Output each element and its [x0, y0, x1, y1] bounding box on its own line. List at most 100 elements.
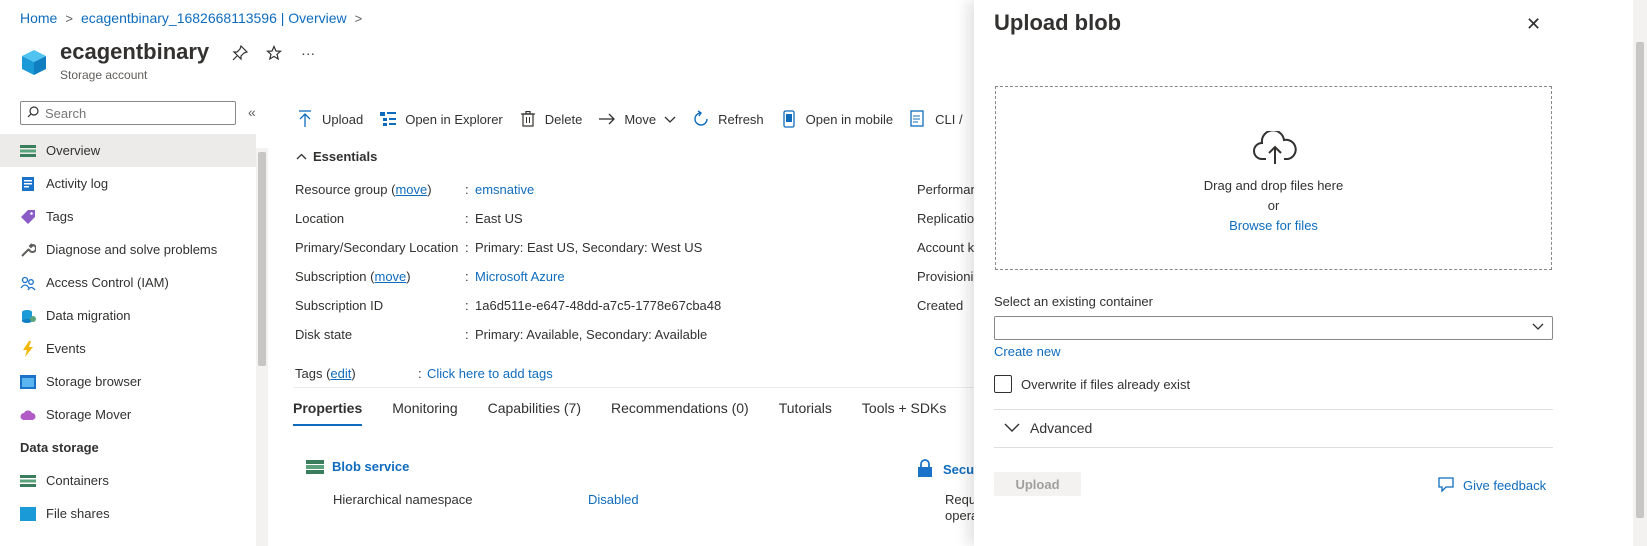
or-text: or	[1267, 198, 1280, 213]
file-dropzone[interactable]: Drag and drop files here or Browse for f…	[995, 86, 1552, 270]
people-icon	[20, 275, 36, 291]
storage-account-icon	[20, 48, 48, 76]
sidebar: « Overview Activity log Tags Diagnose an…	[0, 96, 270, 546]
sidebar-item-activity-log[interactable]: Activity log	[0, 167, 256, 200]
page-title: ecagentbinary	[60, 39, 210, 64]
advanced-toggle[interactable]: Advanced	[1004, 420, 1092, 436]
prop-created-label: Created	[917, 298, 964, 313]
upload-command-button[interactable]: Upload	[296, 110, 363, 128]
breadcrumb: Home > ecagentbinary_1682668113596 | Ove…	[20, 10, 370, 26]
give-feedback-link[interactable]: Give feedback	[1437, 476, 1546, 494]
feedback-icon	[1437, 476, 1455, 494]
hns-value-link[interactable]: Disabled	[588, 492, 639, 507]
divider	[994, 409, 1553, 410]
blob-service-icon	[306, 459, 324, 474]
drop-instruction: Drag and drop files here	[1203, 178, 1344, 193]
trash-icon	[519, 110, 537, 128]
tab-monitoring[interactable]: Monitoring	[392, 400, 457, 426]
refresh-icon	[692, 110, 710, 128]
upload-blob-panel: Upload blob ✕ Drag and drop files here o…	[974, 0, 1647, 546]
blob-service-link[interactable]: Blob service	[306, 459, 409, 474]
file-shares-icon	[20, 506, 36, 522]
tab-capabilities[interactable]: Capabilities (7)	[488, 400, 581, 426]
sidebar-item-storage-browser[interactable]: Storage browser	[0, 365, 256, 398]
hns-label: Hierarchical namespace	[333, 492, 473, 507]
explorer-icon	[379, 110, 397, 128]
subscription-link[interactable]: Microsoft Azure	[475, 269, 565, 284]
sidebar-item-tags[interactable]: Tags	[0, 200, 256, 233]
add-tags-link[interactable]: Click here to add tags	[427, 366, 553, 381]
open-mobile-button[interactable]: Open in mobile	[780, 110, 893, 128]
prop-performance-label: Performan	[917, 182, 978, 197]
sidebar-item-file-shares[interactable]: File shares	[0, 497, 256, 530]
cli-button[interactable]: CLI /	[909, 110, 963, 128]
tab-tools-sdks[interactable]: Tools + SDKs	[862, 400, 946, 426]
lightning-icon	[20, 340, 36, 357]
tab-tutorials[interactable]: Tutorials	[779, 400, 832, 426]
sidebar-item-iam[interactable]: Access Control (IAM)	[0, 266, 256, 299]
sidebar-scroll-thumb[interactable]	[258, 152, 266, 366]
arrow-right-icon	[598, 110, 616, 128]
overwrite-label: Overwrite if files already exist	[1021, 376, 1191, 392]
activity-log-icon	[20, 176, 36, 192]
container-select[interactable]	[994, 316, 1553, 340]
panel-title: Upload blob	[994, 10, 1122, 35]
breadcrumb-resource[interactable]: ecagentbinary_1682668113596 | Overview	[81, 10, 347, 26]
tab-recommendations[interactable]: Recommendations (0)	[611, 400, 749, 426]
move-subscription-link[interactable]: move	[375, 269, 407, 284]
move-button[interactable]: Move	[598, 110, 676, 128]
sidebar-section-data-storage: Data storage	[20, 440, 99, 455]
panel-scroll-thumb[interactable]	[1636, 42, 1644, 518]
resource-group-link[interactable]: emsnative	[475, 182, 534, 197]
open-explorer-button[interactable]: Open in Explorer	[379, 110, 503, 128]
cloud-icon	[20, 407, 36, 423]
cloud-upload-icon	[1252, 129, 1298, 165]
prop-replication-label: Replicatio	[917, 211, 975, 226]
tab-properties[interactable]: Properties	[293, 400, 363, 426]
cli-icon	[909, 110, 927, 128]
search-box[interactable]	[20, 101, 236, 125]
delete-button[interactable]: Delete	[519, 110, 582, 128]
tag-icon	[20, 209, 36, 225]
upload-icon	[296, 110, 314, 128]
edit-tags-link[interactable]: edit	[330, 366, 351, 381]
browse-files-link[interactable]: Browse for files	[996, 218, 1551, 233]
search-input[interactable]	[45, 105, 225, 121]
upload-button[interactable]: Upload	[994, 472, 1081, 496]
chevron-right-icon: >	[354, 10, 363, 26]
more-options-icon[interactable]: ···	[299, 44, 317, 62]
pin-icon[interactable]	[231, 44, 249, 62]
prop-provisioning-label: Provisioni	[917, 269, 974, 284]
sidebar-item-overview[interactable]: Overview	[0, 134, 256, 167]
move-resource-group-link[interactable]: move	[395, 182, 427, 197]
overview-tabs: Properties Monitoring Capabilities (7) R…	[293, 400, 976, 426]
overwrite-option[interactable]: Overwrite if files already exist	[994, 375, 1190, 393]
chevron-down-icon	[1004, 420, 1020, 436]
collapse-sidebar-icon[interactable]: «	[248, 104, 256, 120]
sidebar-item-events[interactable]: Events	[0, 332, 256, 365]
sidebar-item-data-migration[interactable]: Data migration	[0, 299, 256, 332]
sidebar-item-storage-mover[interactable]: Storage Mover	[0, 398, 256, 431]
overview-icon	[20, 143, 36, 159]
storage-browser-icon	[20, 374, 36, 390]
breadcrumb-home[interactable]: Home	[20, 10, 57, 26]
security-link[interactable]: Secu	[917, 459, 974, 480]
containers-icon	[20, 473, 36, 489]
search-icon	[27, 105, 39, 121]
command-bar: Upload Open in Explorer Delete Move Refr…	[296, 110, 979, 128]
lock-icon	[917, 459, 933, 480]
resource-header: ecagentbinary Storage account ···	[20, 38, 317, 82]
essentials-toggle[interactable]: Essentials	[296, 149, 377, 164]
refresh-button[interactable]: Refresh	[692, 110, 764, 128]
star-icon[interactable]	[265, 44, 283, 62]
overwrite-checkbox[interactable]	[994, 375, 1012, 393]
create-new-link[interactable]: Create new	[994, 344, 1060, 359]
divider	[994, 447, 1553, 448]
page-subtitle: Storage account	[60, 68, 148, 82]
sidebar-item-diagnose[interactable]: Diagnose and solve problems	[0, 233, 256, 266]
sidebar-nav: Overview Activity log Tags Diagnose and …	[0, 134, 256, 530]
sidebar-item-containers[interactable]: Containers	[0, 464, 256, 497]
wrench-icon	[20, 242, 36, 258]
close-icon[interactable]: ✕	[1526, 14, 1541, 35]
divider	[293, 387, 973, 388]
